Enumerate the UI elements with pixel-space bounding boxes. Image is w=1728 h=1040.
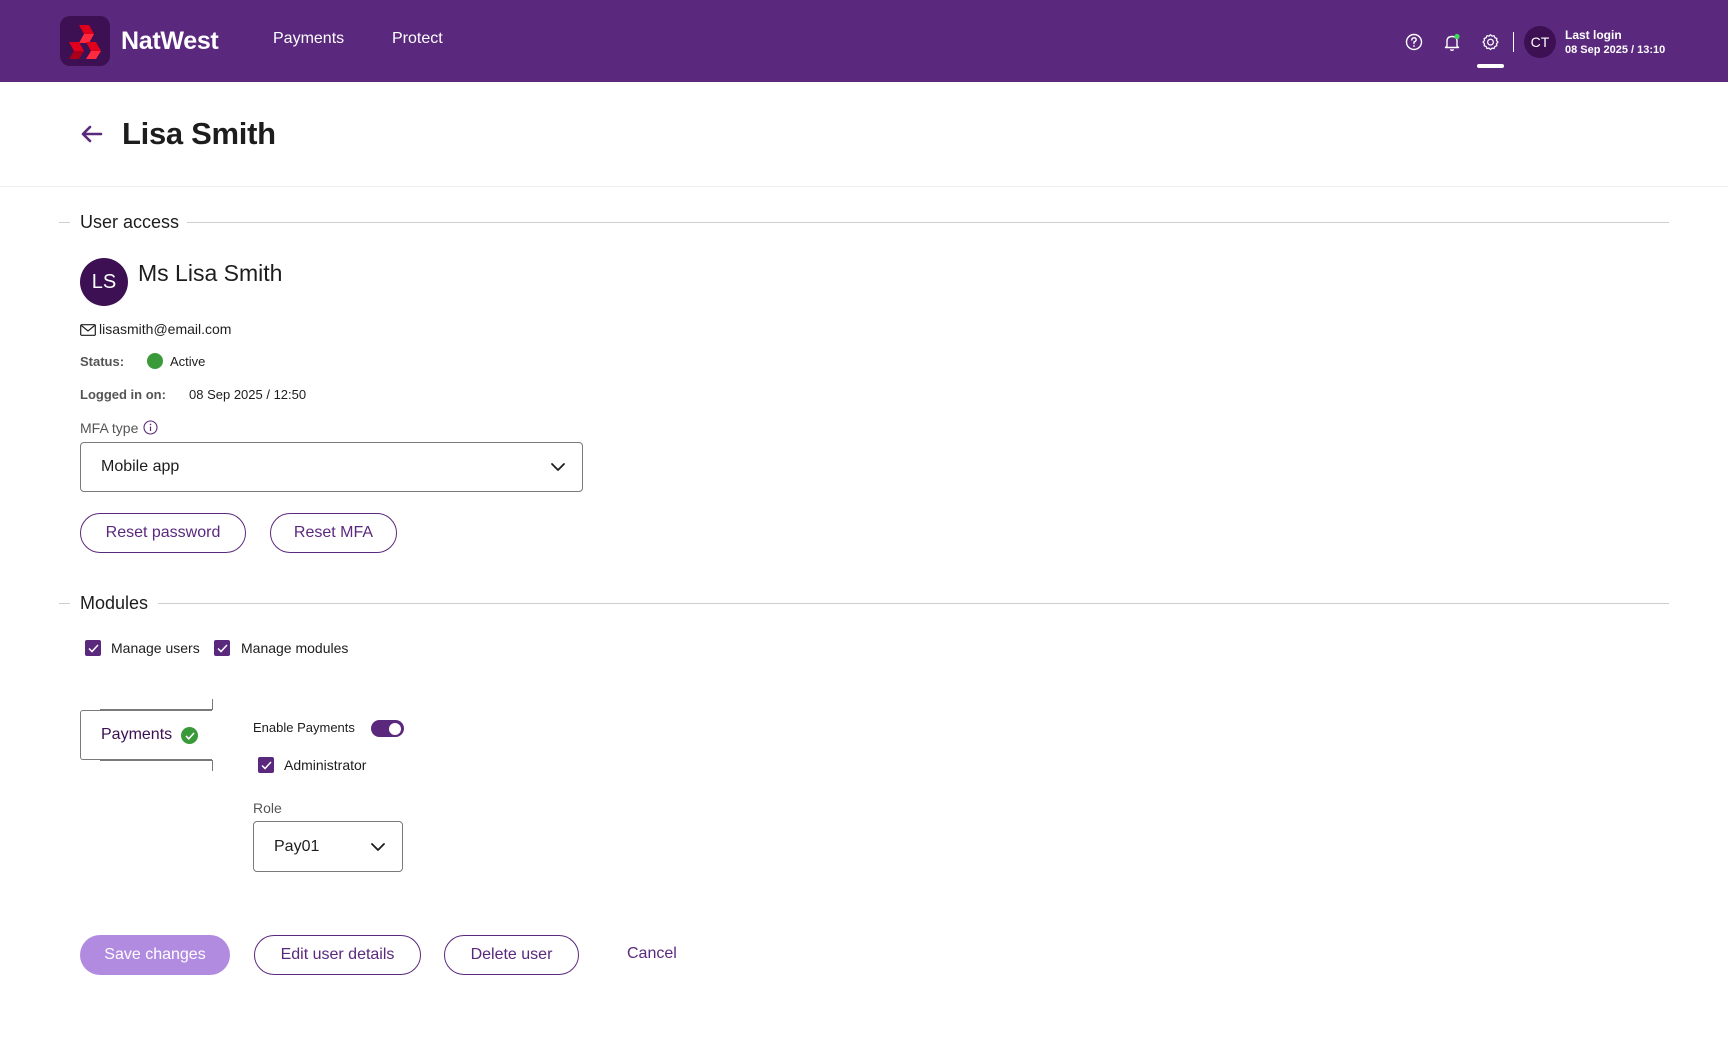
logged-in-value: 08 Sep 2025 / 12:50	[189, 387, 307, 402]
enable-payments-toggle[interactable]	[371, 720, 404, 737]
chevron-down-icon	[551, 463, 565, 471]
notification-bell-icon[interactable]	[1440, 30, 1464, 54]
status-value: Active	[170, 354, 206, 369]
role-label: Role	[253, 800, 282, 816]
module-frame-bottom-edge	[212, 760, 213, 771]
active-tab-indicator	[1477, 64, 1504, 68]
chevron-down-icon	[371, 842, 385, 851]
info-icon[interactable]	[143, 420, 158, 435]
manage-users-checkbox[interactable]	[85, 640, 101, 656]
email-icon	[80, 323, 96, 341]
natwest-logo-icon	[69, 25, 101, 59]
status-indicator	[147, 353, 163, 369]
modules-heading: Modules	[80, 593, 149, 613]
header-separator	[0, 186, 1728, 187]
last-login-label: Last login	[1565, 28, 1622, 42]
toggle-knob	[389, 722, 401, 735]
user-full-name: Ms Lisa Smith	[138, 260, 283, 286]
mfa-type-value: Mobile app	[101, 458, 180, 475]
top-bar: NatWest Payments Protect CT Last login 0…	[0, 0, 1728, 82]
delete-user-button[interactable]: Delete user	[444, 935, 579, 975]
reset-password-button[interactable]: Reset password	[80, 513, 246, 553]
administrator-checkbox[interactable]	[258, 757, 274, 773]
help-icon[interactable]	[1402, 30, 1426, 54]
section-rule-right	[158, 603, 1669, 604]
back-arrow-icon[interactable]	[79, 121, 105, 147]
status-label: Status:	[80, 354, 125, 369]
manage-modules-checkbox[interactable]	[214, 640, 230, 656]
payments-module-tab[interactable]: Payments	[80, 710, 212, 760]
page-title: Lisa Smith	[122, 116, 276, 151]
section-rule-right	[187, 222, 1669, 223]
user-access-heading: User access	[80, 212, 180, 232]
current-user-avatar[interactable]: CT	[1524, 26, 1556, 58]
checkmark-icon	[260, 760, 272, 770]
nav-protect[interactable]: Protect	[392, 30, 443, 48]
module-frame-bottom	[100, 760, 213, 761]
section-rule-left	[59, 603, 70, 604]
section-rule-left	[59, 222, 70, 223]
settings-gear-icon[interactable]	[1478, 30, 1502, 54]
module-frame-top-edge	[212, 699, 213, 710]
administrator-label: Administrator	[284, 757, 367, 773]
payments-module-label: Payments	[101, 726, 173, 743]
mfa-type-select[interactable]: Mobile app	[80, 442, 583, 492]
user-avatar: LS	[80, 258, 128, 306]
nav-payments[interactable]: Payments	[273, 30, 344, 48]
manage-users-label: Manage users	[111, 640, 200, 656]
natwest-logo[interactable]	[60, 16, 110, 66]
logged-in-label: Logged in on:	[80, 387, 166, 402]
header-divider	[1513, 32, 1514, 52]
role-select[interactable]: Pay01	[253, 821, 403, 872]
enable-payments-label: Enable Payments	[253, 720, 355, 735]
cancel-link[interactable]: Cancel	[627, 945, 677, 963]
checkmark-icon	[216, 643, 228, 653]
mfa-type-label: MFA type	[80, 420, 139, 436]
manage-modules-label: Manage modules	[241, 640, 349, 656]
role-value: Pay01	[274, 837, 320, 855]
brand-name: NatWest	[121, 27, 219, 55]
save-changes-button[interactable]: Save changes	[80, 935, 230, 975]
reset-mfa-button[interactable]: Reset MFA	[270, 513, 397, 553]
edit-user-details-button[interactable]: Edit user details	[254, 935, 421, 975]
checkmark-icon	[87, 643, 99, 653]
user-email: lisasmith@email.com	[99, 321, 232, 337]
last-login-value: 08 Sep 2025 / 13:10	[1565, 44, 1666, 56]
check-circle-icon	[181, 727, 198, 744]
